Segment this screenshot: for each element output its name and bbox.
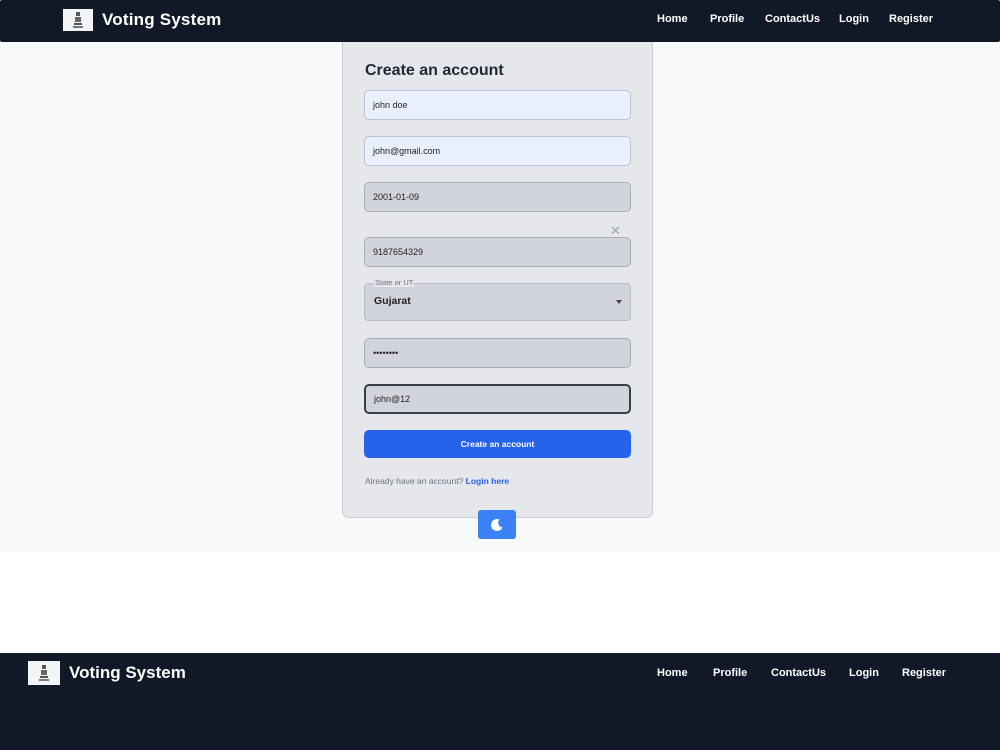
brand-title: Voting System	[102, 10, 222, 29]
create-account-button[interactable]: Create an account	[364, 430, 631, 458]
footer: Voting System Home Profile ContactUs Log…	[0, 653, 1000, 750]
footer-nav-register[interactable]: Register	[902, 667, 946, 679]
nav-profile[interactable]: Profile	[710, 13, 744, 25]
nav-login[interactable]: Login	[839, 13, 869, 25]
footer-nav-home[interactable]: Home	[657, 667, 688, 679]
footer-nav-login[interactable]: Login	[849, 667, 879, 679]
phone-field[interactable]: 9187654329	[364, 237, 631, 267]
login-prompt: Already have an account? Login here	[365, 476, 509, 486]
moon-icon	[491, 518, 503, 531]
state-label: State or UT	[374, 278, 415, 287]
chevron-down-icon	[616, 300, 622, 304]
footer-nav-contactus[interactable]: ContactUs	[771, 667, 826, 679]
form-title: Create an account	[365, 62, 504, 79]
nav-home[interactable]: Home	[657, 13, 688, 25]
name-field[interactable]: john doe	[364, 90, 631, 120]
register-card: Create an account john doe john@gmail.co…	[342, 42, 653, 518]
dob-field[interactable]: 2001-01-09	[364, 182, 631, 212]
state-select[interactable]: State or UT Gujarat	[364, 278, 631, 321]
footer-brand-title: Voting System	[69, 663, 186, 682]
password-field[interactable]: ••••••••	[364, 338, 631, 368]
footer-brand[interactable]: Voting System	[28, 661, 186, 685]
brand[interactable]: Voting System	[63, 9, 221, 31]
confirm-password-field[interactable]: john@12	[364, 384, 631, 414]
email-field[interactable]: john@gmail.com	[364, 136, 631, 166]
theme-toggle-button[interactable]	[478, 510, 516, 539]
state-value: Gujarat	[374, 295, 411, 307]
top-navbar: Voting System Home Profile ContactUs Log…	[0, 0, 1000, 42]
main-content: Create an account john doe john@gmail.co…	[0, 42, 1000, 552]
login-here-link[interactable]: Login here	[466, 476, 509, 486]
login-prompt-text: Already have an account?	[365, 476, 464, 486]
nav-contactus[interactable]: ContactUs	[765, 13, 820, 25]
emblem-logo	[63, 9, 93, 31]
footer-nav-profile[interactable]: Profile	[713, 667, 747, 679]
footer-emblem-logo	[28, 661, 60, 685]
nav-register[interactable]: Register	[889, 13, 933, 25]
